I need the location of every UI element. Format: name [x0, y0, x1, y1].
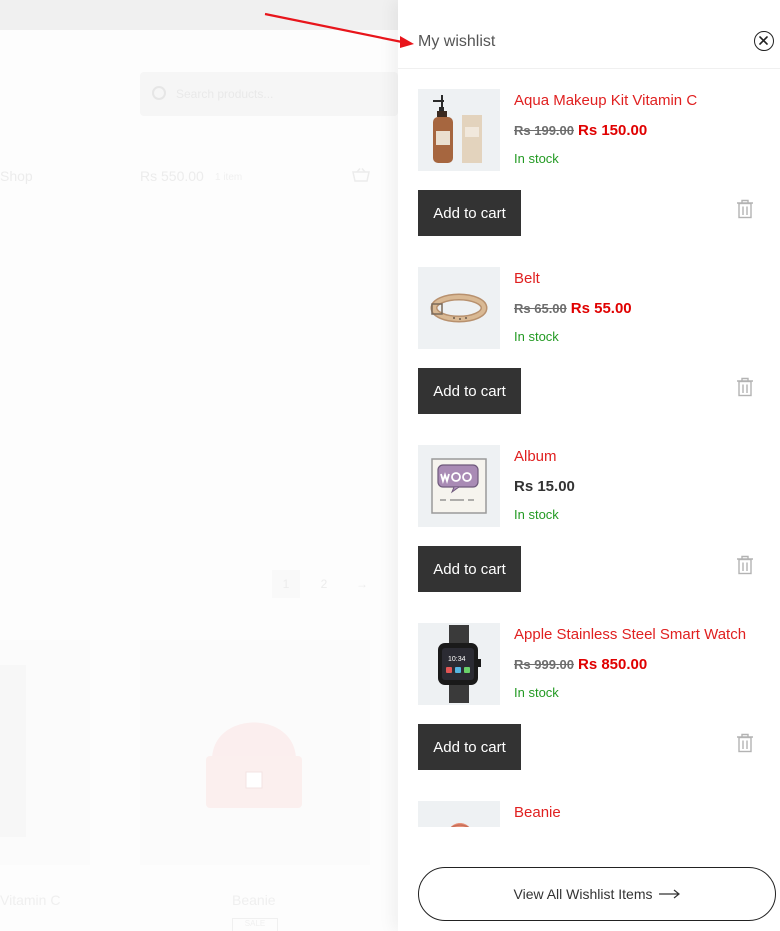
- stock-status: In stock: [514, 329, 559, 344]
- add-to-cart-button[interactable]: Add to cart: [418, 190, 521, 236]
- wishlist-drawer: My wishlist Aqua Makeup Kit Vitamin C Rs…: [398, 0, 780, 931]
- wishlist-items: Aqua Makeup Kit Vitamin C Rs 199.00 Rs 15…: [398, 69, 780, 827]
- add-to-cart-button[interactable]: Add to cart: [418, 546, 521, 592]
- product-name[interactable]: Album: [514, 448, 557, 465]
- product-image: [433, 95, 482, 163]
- product-price: Rs 199.00 Rs 150.00: [514, 122, 647, 140]
- drawer-header: My wishlist: [398, 0, 780, 69]
- product-name[interactable]: Aqua Makeup Kit Vitamin C: [514, 92, 697, 109]
- product-name[interactable]: Belt: [514, 270, 540, 287]
- annotation-arrow: [264, 12, 414, 48]
- trash-icon[interactable]: [736, 555, 754, 575]
- stock-status: In stock: [514, 151, 559, 166]
- background-shop-page: Search products... Shop Rs 550.00 1 item…: [0, 0, 398, 931]
- background-product-title[interactable]: Vitamin C: [0, 892, 60, 908]
- sale-badge: SALE: [232, 918, 278, 931]
- basket-icon[interactable]: [352, 168, 370, 182]
- product-image: [450, 823, 470, 827]
- product-image: [430, 293, 488, 323]
- regular-price: Rs 65.00: [514, 301, 567, 316]
- add-to-cart-button[interactable]: Add to cart: [418, 724, 521, 770]
- product-price: Rs 65.00 Rs 55.00: [514, 300, 632, 318]
- product-image: [431, 458, 487, 514]
- sale-price: Rs 55.00: [570, 300, 632, 317]
- stock-status: In stock: [514, 507, 559, 522]
- product-image: 10:34: [438, 625, 481, 703]
- wishlist-item: Aqua Makeup Kit Vitamin C Rs 199.00 Rs 15…: [418, 69, 780, 247]
- product-name[interactable]: Apple Stainless Steel Smart Watch: [514, 626, 746, 643]
- regular-price: Rs 199.00: [514, 123, 574, 138]
- product-thumbnail[interactable]: [418, 445, 500, 527]
- background-shop-link[interactable]: Shop: [0, 168, 33, 184]
- product-thumbnail[interactable]: [418, 267, 500, 349]
- page-1[interactable]: 1: [272, 570, 300, 598]
- product-price: Rs 999.00 Rs 850.00: [514, 656, 647, 674]
- product-name[interactable]: Beanie: [514, 804, 561, 821]
- product-thumbnail[interactable]: 10:34: [418, 623, 500, 705]
- product-thumbnail[interactable]: [418, 89, 500, 171]
- page-next[interactable]: →: [348, 570, 376, 598]
- wishlist-item: Belt Rs 65.00 Rs 55.00 In stock Add to ca…: [418, 247, 780, 425]
- wishlist-item: 10:34 Apple Stainless Steel Smart Watch …: [418, 603, 780, 781]
- background-cart-amount[interactable]: Rs 550.00: [140, 168, 204, 184]
- sale-price: Rs 150.00: [578, 122, 648, 139]
- background-cart-count: 1 item: [215, 172, 243, 183]
- background-product-image: [0, 665, 26, 837]
- background-pagination: 1 2 →: [272, 570, 376, 598]
- trash-icon[interactable]: [736, 199, 754, 219]
- search-icon: [152, 86, 166, 100]
- stock-status: In stock: [514, 685, 559, 700]
- view-all-wishlist-button[interactable]: View All Wishlist Items: [418, 867, 776, 921]
- background-search-placeholder: Search products...: [176, 87, 274, 101]
- wishlist-item: Album Rs 15.00 In stock Add to cart: [418, 425, 780, 603]
- add-to-cart-button[interactable]: Add to cart: [418, 368, 521, 414]
- trash-icon[interactable]: [736, 733, 754, 753]
- trash-icon[interactable]: [736, 377, 754, 397]
- drawer-title: My wishlist: [418, 33, 496, 50]
- price: Rs 15.00: [514, 478, 575, 495]
- view-all-label: View All Wishlist Items: [513, 886, 653, 902]
- regular-price: Rs 999.00: [514, 657, 574, 672]
- long-arrow-right-icon: [658, 889, 680, 899]
- product-price: Rs 15.00: [514, 478, 575, 496]
- close-circle-icon: [759, 36, 768, 45]
- product-thumbnail[interactable]: [418, 801, 500, 827]
- close-button[interactable]: [754, 31, 774, 51]
- page-2[interactable]: 2: [310, 570, 338, 598]
- wishlist-item: Beanie: [418, 781, 780, 827]
- beanie-image: [206, 722, 302, 808]
- svg-text:10:34: 10:34: [448, 656, 466, 663]
- background-product-title[interactable]: Beanie: [232, 892, 276, 908]
- sale-price: Rs 850.00: [578, 656, 648, 673]
